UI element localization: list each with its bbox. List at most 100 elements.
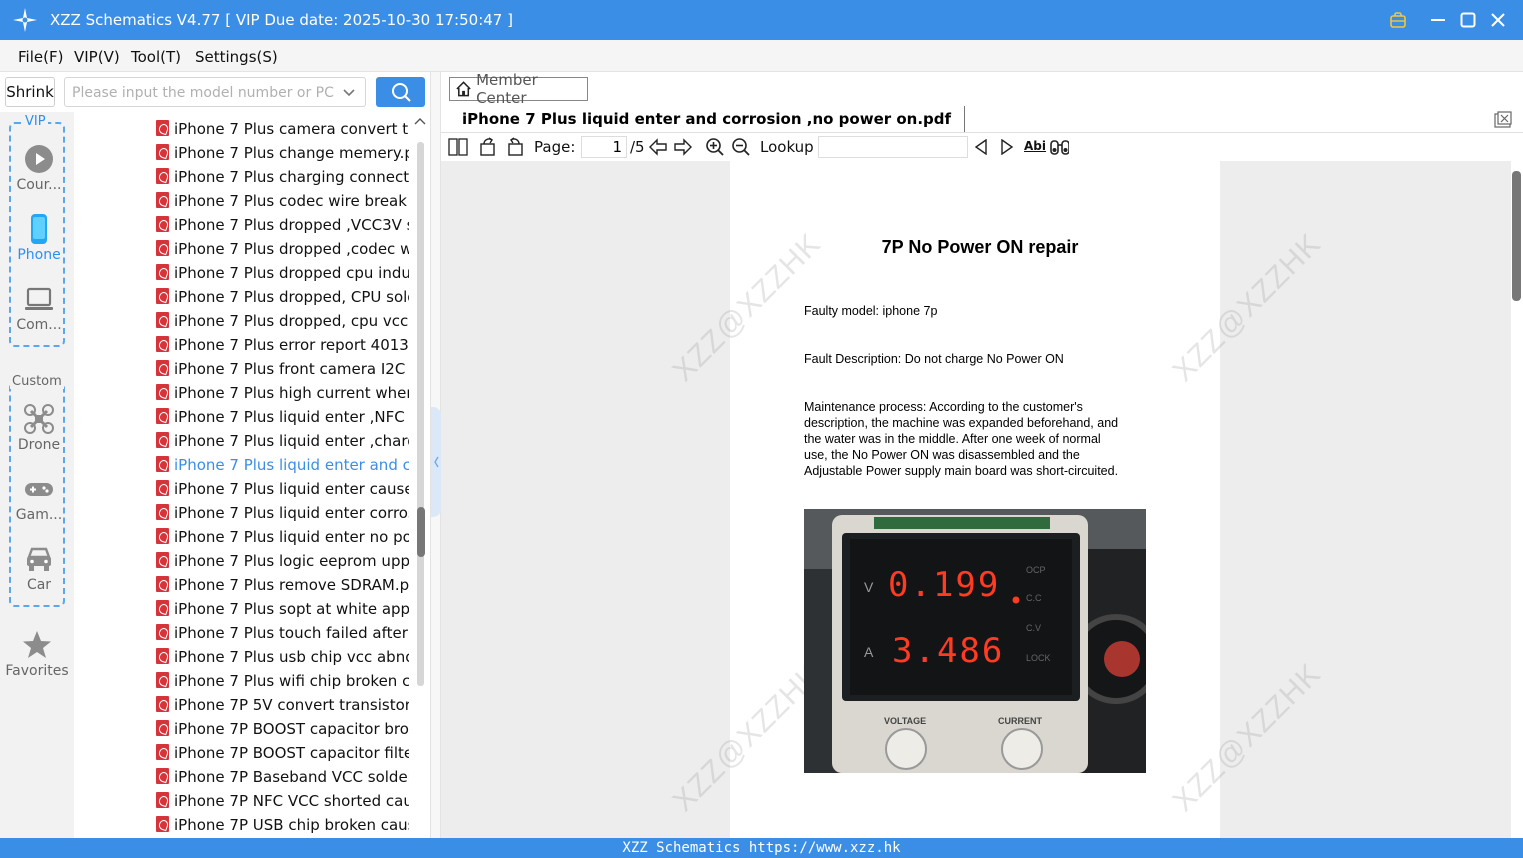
maximize-button[interactable] [1456, 8, 1480, 32]
category-computer[interactable]: Com... [11, 284, 67, 333]
category-label: Drone [17, 437, 61, 453]
scroll-up-icon[interactable] [414, 116, 426, 126]
collapse-handle[interactable] [431, 407, 441, 517]
match-case-toggle[interactable]: Abi [1024, 139, 1046, 153]
document-scroll-thumb[interactable] [1512, 171, 1521, 301]
file-list-item[interactable]: iPhone 7 Plus usb chip vcc abnorm [156, 645, 409, 669]
phone-icon [31, 214, 47, 244]
file-name: iPhone 7 Plus dropped, cpu vcc so [174, 312, 409, 330]
dual-page-icon[interactable] [448, 137, 468, 157]
find-next-icon[interactable] [997, 137, 1017, 157]
voltage-knob-label: VOLTAGE [884, 716, 926, 726]
menu-file[interactable]: File(F) [18, 48, 63, 66]
vip-bag-icon[interactable] [1386, 8, 1410, 32]
file-list-item[interactable]: iPhone 7 Plus liquid enter corrosio [156, 501, 409, 525]
file-list-item[interactable]: iPhone 7 Plus dropped ,codec wire [156, 237, 409, 261]
file-list-item[interactable]: iPhone 7P Baseband VCC solder ti [156, 765, 409, 789]
pdf-file-icon [156, 768, 169, 784]
member-center-label: Member Center [476, 71, 538, 107]
file-list-scrollbar[interactable] [409, 112, 430, 838]
file-list-item[interactable]: iPhone 7 Plus charging connector [156, 165, 409, 189]
close-tab-icon[interactable] [1494, 111, 1512, 129]
category-phone[interactable]: Phone [11, 214, 67, 263]
file-list-item[interactable]: iPhone 7 Plus remove SDRAM.pdf [156, 573, 409, 597]
pane-splitter[interactable] [430, 72, 441, 838]
cv-label: C.V [1026, 623, 1041, 633]
file-list-item[interactable]: iPhone 7 Plus liquid enter no pow [156, 525, 409, 549]
file-list-item[interactable]: iPhone 7 Plus sopt at white apple [156, 597, 409, 621]
chevron-down-icon[interactable] [342, 85, 356, 99]
file-list-item[interactable]: iPhone 7 Plus error report 4013 wh [156, 333, 409, 357]
file-list-item[interactable]: iPhone 7 Plus change memery.pdf [156, 141, 409, 165]
file-list-item[interactable]: iPhone 7 Plus dropped, cpu vcc so [156, 309, 409, 333]
file-list-item[interactable]: iPhone 7 Plus dropped, CPU solder [156, 285, 409, 309]
file-name: iPhone 7P Baseband VCC solder ti [174, 768, 409, 786]
file-list-item[interactable]: iPhone 7P BOOST capacitor filter b [156, 741, 409, 765]
file-name: iPhone 7P BOOST capacitor broke [174, 720, 409, 738]
file-list-item[interactable]: iPhone 7 Plus liquid enter cause n [156, 477, 409, 501]
car-icon [27, 547, 51, 571]
previous-page-icon[interactable] [648, 137, 668, 157]
document-tab[interactable]: iPhone 7 Plus liquid enter and corrosion… [449, 106, 966, 132]
find-previous-icon[interactable] [971, 137, 991, 157]
close-button[interactable] [1486, 8, 1510, 32]
pdf-file-icon [156, 792, 169, 808]
category-car[interactable]: Car [11, 544, 67, 593]
zoom-in-icon[interactable] [705, 137, 725, 157]
category-games[interactable]: Gam... [11, 474, 67, 523]
shrink-button[interactable]: Shrink [5, 77, 55, 107]
file-name: iPhone 7 Plus logic eeprom upper [174, 552, 409, 570]
file-list-item[interactable]: iPhone 7 Plus codec wire break ca [156, 189, 409, 213]
scroll-thumb[interactable] [417, 507, 425, 557]
file-list-item[interactable]: iPhone 7 Plus high current when p [156, 381, 409, 405]
file-list-item[interactable]: iPhone 7 Plus dropped cpu induct [156, 261, 409, 285]
gamepad-icon [25, 483, 53, 496]
file-list-item[interactable]: iPhone 7P BOOST capacitor broke [156, 717, 409, 741]
file-list-item[interactable]: iPhone 7 Plus liquid enter ,NFC co [156, 405, 409, 429]
rotate-left-icon[interactable] [478, 137, 498, 157]
menu-settings[interactable]: Settings(S) [195, 48, 278, 66]
document-scrollbar[interactable] [1511, 161, 1523, 838]
category-label: Gam... [15, 507, 63, 523]
category-sidebar: VIP Cour... Phone Com... Custom Drone Ga… [0, 112, 74, 838]
file-name: iPhone 7 Plus liquid enter ,NFC co [174, 408, 409, 426]
minimize-button[interactable] [1426, 8, 1450, 32]
category-drone[interactable]: Drone [11, 404, 67, 453]
document-viewer[interactable]: XZZ@XZZHK XZZ@XZZHK XZZ@XZZHK XZZ@XZZHK … [441, 161, 1511, 838]
lookup-input[interactable] [818, 136, 968, 158]
binoculars-icon[interactable] [1049, 137, 1069, 157]
file-list-item[interactable]: iPhone 7 Plus front camera I2C res [156, 357, 409, 381]
file-name: iPhone 7 Plus usb chip vcc abnorm [174, 648, 409, 666]
file-list-item[interactable]: iPhone 7 Plus touch failed after us [156, 621, 409, 645]
page-number-input[interactable] [581, 136, 627, 158]
model-search-box[interactable] [64, 77, 366, 107]
file-list-item[interactable]: iPhone 7 Plus dropped ,VCC3V sho [156, 213, 409, 237]
file-list-item[interactable]: iPhone 7 Plus wifi chip broken cau [156, 669, 409, 693]
category-courses[interactable]: Cour... [11, 144, 67, 193]
menu-vip[interactable]: VIP(V) [74, 48, 120, 66]
member-center-button[interactable]: Member Center [449, 71, 588, 107]
voltage-reading: 0.199 [888, 565, 1000, 605]
pdf-file-icon [156, 216, 169, 232]
file-name: iPhone 7 Plus wifi chip broken cau [174, 672, 409, 690]
file-list-item[interactable]: iPhone 7P 5V convert transistor br [156, 693, 409, 717]
file-list-item[interactable]: iPhone 7P USB chip broken cause [156, 813, 409, 837]
favorites-button[interactable]: Favorites [0, 630, 74, 679]
rotate-right-icon[interactable] [505, 137, 525, 157]
file-list: iPhone 7 Plus camera convert tran iPhone … [74, 112, 409, 838]
next-page-icon[interactable] [673, 137, 693, 157]
pdf-file-icon [156, 144, 169, 160]
scroll-track [417, 142, 424, 686]
search-input[interactable] [72, 83, 334, 103]
search-button[interactable] [376, 77, 425, 107]
zoom-out-icon[interactable] [731, 137, 751, 157]
menu-tool[interactable]: Tool(T) [131, 48, 181, 66]
file-list-item[interactable]: iPhone 7 Plus logic eeprom upper [156, 549, 409, 573]
file-list-item[interactable]: iPhone 7P NFC VCC shorted cause [156, 789, 409, 813]
document-title: 7P No Power ON repair [881, 237, 1079, 257]
file-list-item[interactable]: iPhone 7 Plus liquid enter ,chargin [156, 429, 409, 453]
pdf-file-icon [156, 240, 169, 256]
file-list-item[interactable]: iPhone 7 Plus camera convert tran [156, 117, 409, 141]
file-list-item[interactable]: iPhone 7 Plus liquid enter and cor [156, 453, 409, 477]
pdf-file-icon [156, 648, 169, 664]
